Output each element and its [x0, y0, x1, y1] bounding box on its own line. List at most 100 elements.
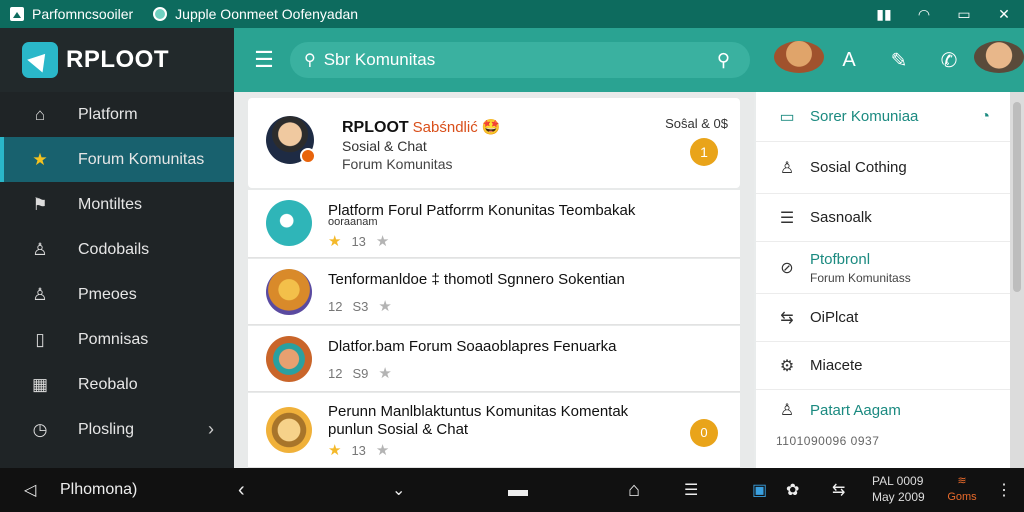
search-input[interactable]: ⚲ Sbr Komunitas ⚲: [290, 42, 750, 78]
window-title: Jupple Oonmeet Oofenyadan: [175, 6, 359, 22]
list-item[interactable]: Dlatfor.bam Forum Soaaoblapres Fenuarka …: [248, 326, 740, 392]
sidebar-nav: ⌂ Platform ★ Forum Komunitas ⚑ Montiltes ♙ C…: [0, 92, 234, 452]
sidebar-item-label: Codobails: [78, 240, 150, 258]
profile-avatar-icon[interactable]: [974, 41, 1024, 79]
panel-item-patart-aagam[interactable]: ♙ Patart Aagam: [756, 390, 1010, 430]
panel-item-sosial-cothing[interactable]: ♙ Sosial Cothing: [756, 142, 1010, 194]
like-count: 13: [351, 234, 366, 249]
news-label: Goms: [947, 491, 977, 503]
star-icon[interactable]: ★: [378, 365, 391, 382]
share-icon[interactable]: ⇆: [832, 468, 845, 512]
star-icon[interactable]: ★: [378, 298, 391, 315]
down-icon[interactable]: ⌄: [392, 468, 405, 512]
wifi-icon: ◠: [917, 5, 931, 22]
sidebar-item-pomnisas[interactable]: ▯ Pomnisas: [0, 317, 234, 362]
post-subtitle: ooraanam: [328, 216, 378, 228]
panel-item-sasnoalk[interactable]: ☰ Sasnoalk: [756, 194, 1010, 242]
panel-item-label: Miacete: [810, 357, 863, 374]
star-icon[interactable]: ★: [328, 233, 341, 250]
clock: PAL 0009 May 2009: [872, 473, 925, 505]
phone-icon[interactable]: ✆: [924, 48, 974, 73]
settings-icon[interactable]: ✿: [786, 468, 799, 512]
like-count: 13: [351, 443, 366, 458]
post-stats: 12 S3 ★: [328, 297, 402, 315]
panel-item-miacete[interactable]: ⚙ Miacete: [756, 342, 1010, 390]
notification-count-badge[interactable]: 1: [690, 138, 718, 166]
scrollbar[interactable]: [1010, 92, 1024, 468]
panel-header[interactable]: ▭ Sorer Komuniaa ◔: [756, 92, 1010, 142]
chevron-right-icon[interactable]: ›: [208, 419, 214, 440]
sidebar-item-label: Forum Komunitas: [78, 150, 205, 168]
panel-item-label: Ptofbronl: [810, 250, 871, 268]
reply-count: 12: [328, 366, 343, 381]
list-icon[interactable]: ☰: [684, 468, 698, 512]
document-icon: ▯: [35, 329, 45, 349]
star-icon[interactable]: ★: [328, 442, 341, 459]
star-icon[interactable]: ★: [376, 233, 389, 250]
star-icon[interactable]: ★: [376, 442, 389, 459]
post-title: Tenformanldoe ‡ thomotl Sgnnero Sokentia…: [328, 271, 625, 288]
post-stats: ★ 13 ★: [328, 232, 399, 250]
brand-logo[interactable]: RPLOOT: [0, 28, 234, 92]
more-icon[interactable]: ⋮: [996, 468, 1012, 512]
reply-count: 12: [328, 299, 343, 314]
chat-icon[interactable]: ◔: [980, 108, 990, 126]
featured-card[interactable]: RPLOOT Sabśndlić 🤩 Sosial & Chat Forum Ko…: [248, 98, 740, 188]
panel-item-label: Patart Aagam: [810, 401, 901, 419]
back-icon[interactable]: ◁: [24, 468, 36, 512]
battery-icon: ▭: [957, 5, 971, 22]
panel-item-oiplcat[interactable]: ⇆ OiPlcat: [756, 294, 1010, 342]
post-subtitle: punlun Sosial & Chat: [328, 421, 469, 438]
avatar: [266, 336, 312, 382]
text-format-icon[interactable]: A: [824, 49, 874, 72]
sidebar-item-montiltes[interactable]: ⚑ Montiltes: [0, 182, 234, 227]
sidebar-item-label: Pomnisas: [78, 330, 149, 348]
panel-item-ptofbronl[interactable]: ⊘ Ptofbronl Forum Komunitass: [756, 242, 1010, 294]
edit-note-icon[interactable]: ✎: [874, 48, 924, 73]
sidebar-item-plosling[interactable]: ◷ Plosling ›: [0, 407, 234, 452]
taskbar-label[interactable]: Plhomona): [60, 468, 137, 512]
scrollbar-thumb[interactable]: [1013, 102, 1021, 292]
sidebar-item-codobails[interactable]: ♙ Codobails: [0, 227, 234, 272]
panel-item-label: OiPlcat: [810, 309, 859, 326]
user-avatar-icon[interactable]: [774, 41, 824, 79]
sidebar: RPLOOT ⌂ Platform ★ Forum Komunitas ⚑ Monti…: [0, 28, 234, 468]
star-icon: ★: [32, 149, 48, 169]
home-icon[interactable]: ⌂: [628, 468, 640, 512]
search-icon: ⚲: [304, 52, 316, 69]
share-icon: ⇆: [780, 309, 794, 327]
app-icon[interactable]: ▣: [752, 468, 767, 512]
view-count: S9: [352, 366, 369, 381]
list-item[interactable]: Platform Forul Patforrm Konunitas Teomba…: [248, 190, 740, 258]
list-item[interactable]: Perunn Manlblaktuntus Komunitas Komentak…: [248, 393, 740, 468]
window-icon[interactable]: ▬: [508, 468, 528, 512]
sidebar-item-label: Montiltes: [78, 195, 143, 213]
compass-icon: ⊘: [780, 259, 794, 277]
list-item[interactable]: Tenformanldoe ‡ thomotl Sgnnero Sokentia…: [248, 259, 740, 325]
avatar: [266, 407, 312, 453]
news-widget[interactable]: ≋ Goms: [944, 473, 980, 505]
sidebar-item-pmeoes[interactable]: ♙ Pmeoes: [0, 272, 234, 317]
briefcase-icon: ▭: [779, 108, 795, 126]
menu-icon[interactable]: ☰: [234, 47, 294, 73]
sidebar-item-platform[interactable]: ⌂ Platform: [0, 92, 234, 137]
sidebar-item-forum-komunitas[interactable]: ★ Forum Komunitas: [0, 137, 234, 182]
sidebar-item-reobalo[interactable]: ▦ Reobalo: [0, 362, 234, 407]
settings-icon: ⚙: [779, 357, 795, 375]
featured-subtitle: Sosial & Chat: [342, 138, 427, 154]
close-icon[interactable]: ✕: [984, 6, 1024, 23]
nav-back-icon[interactable]: ‹: [238, 468, 245, 512]
sidebar-item-label: Reobalo: [78, 375, 138, 393]
person-icon: ♙: [32, 284, 48, 304]
clock-icon: ◷: [32, 419, 48, 439]
right-panel: ▭ Sorer Komuniaa ◔ ♙ Sosial Cothing ☰ Sa…: [756, 92, 1010, 468]
panel-title: Sorer Komuniaa: [810, 108, 919, 125]
search-submit-icon[interactable]: ⚲: [717, 50, 730, 71]
post-title: Perunn Manlblaktuntus Komunitas Komentak: [328, 403, 629, 420]
sidebar-item-label: Platform: [78, 105, 138, 123]
app-header: ☰ ⚲ Sbr Komunitas ⚲ A ✎ ✆: [234, 28, 1024, 92]
post-list: RPLOOT Sabśndlić 🤩 Sosial & Chat Forum Ko…: [234, 92, 754, 468]
view-count: S3: [352, 299, 369, 314]
logo-icon: [22, 42, 58, 78]
unread-badge[interactable]: 0: [690, 419, 718, 447]
